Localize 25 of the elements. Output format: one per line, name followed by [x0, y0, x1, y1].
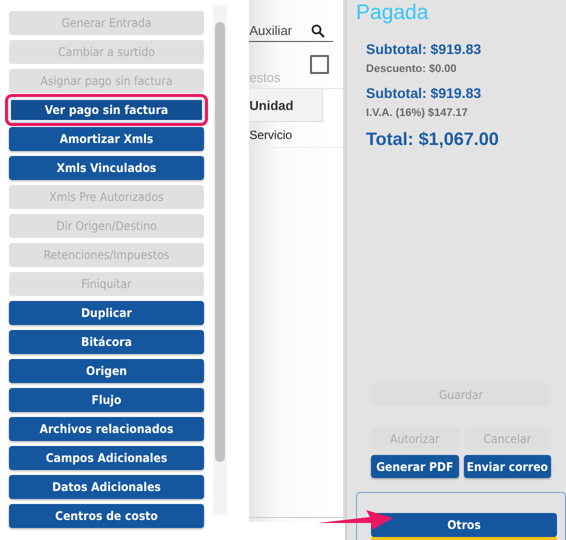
column-header: Unidad [249, 98, 294, 112]
summary-line: Subtotal: $919.83 [366, 41, 482, 59]
menu-button[interactable]: Archivos relacionados [9, 417, 204, 441]
menu-button[interactable]: Campos Adicionales [9, 446, 204, 470]
summary-line: Subtotal: $919.83 [366, 85, 482, 103]
menu-button[interactable]: Centros de costo [9, 504, 204, 528]
checkbox[interactable] [310, 55, 330, 74]
search-icon[interactable] [311, 24, 326, 38]
summary-line: I.V.A. (16%) $147.17 [366, 107, 469, 121]
menu-button[interactable]: Datos Adicionales [9, 475, 204, 499]
other-button[interactable]: Otros [371, 513, 558, 537]
table-cell: Servicio [249, 128, 292, 142]
summary-line: Descuento: $0.00 [366, 63, 458, 77]
menu-button[interactable]: Amortizar Xmls [9, 127, 204, 151]
menu-button[interactable]: Bitácora [9, 330, 204, 354]
search-field[interactable]: Auxiliar [249, 20, 334, 42]
section-label: estos [249, 70, 280, 85]
menu-button[interactable]: Origen [9, 359, 204, 383]
action-button[interactable]: Enviar correo [464, 455, 552, 478]
action-button[interactable]: Generar PDF [371, 455, 459, 478]
total-amount: Total: $1,067.00 [366, 129, 500, 150]
menu-button[interactable]: Flujo [9, 388, 204, 412]
menu-button[interactable]: Xmls Vinculados [9, 156, 204, 180]
status-title: Pagada [356, 1, 430, 25]
menu-button[interactable]: Duplicar [9, 301, 204, 325]
